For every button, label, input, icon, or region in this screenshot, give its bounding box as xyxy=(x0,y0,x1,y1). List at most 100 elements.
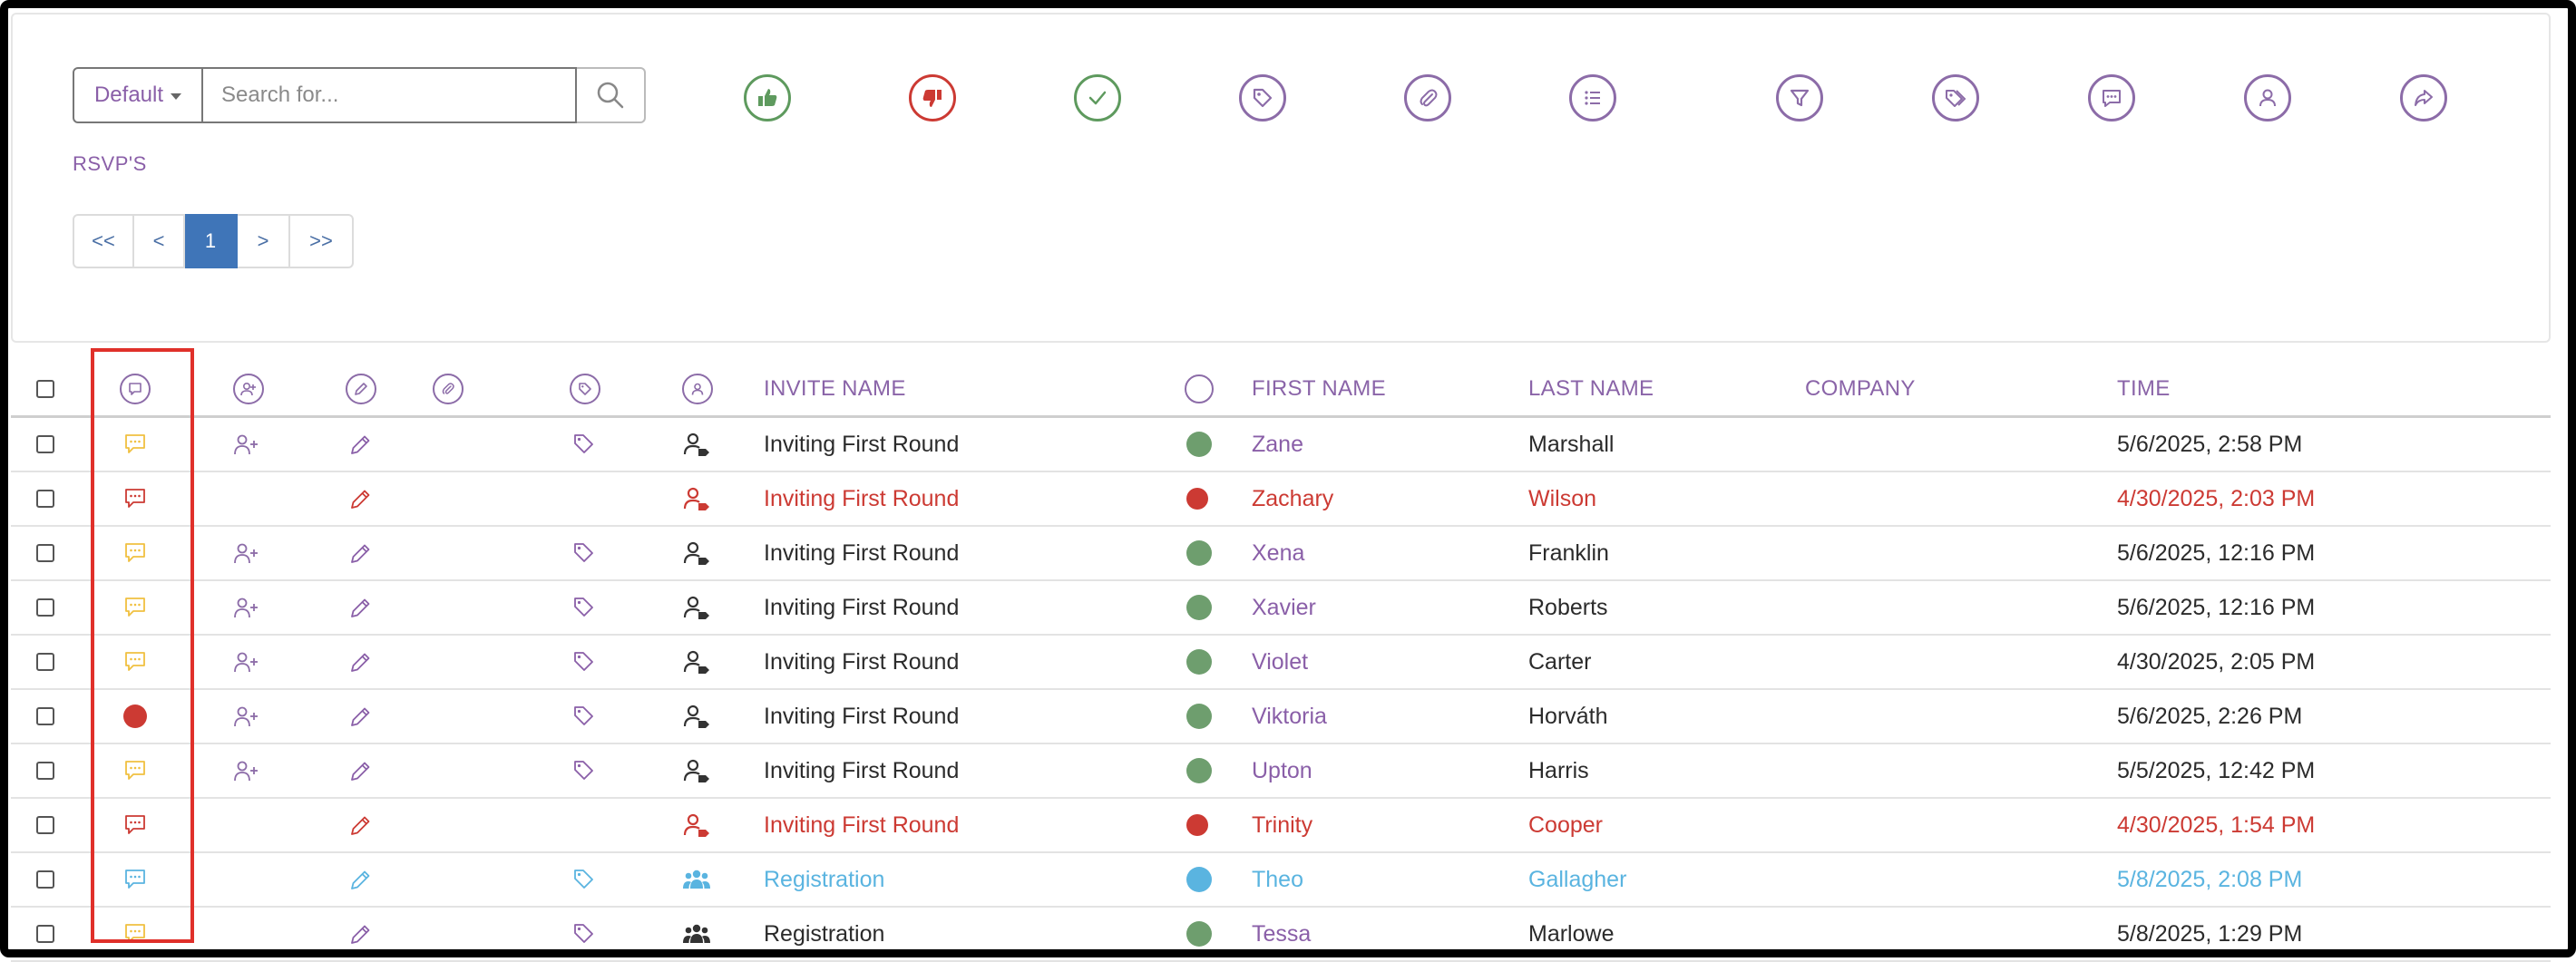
comment-icon[interactable] xyxy=(123,813,147,837)
table-row[interactable]: Inviting First Round Trinity Cooper 4/30/20… xyxy=(11,799,2551,853)
comment-column-icon[interactable] xyxy=(120,374,151,404)
filter-icon[interactable] xyxy=(1776,74,1823,121)
comment-icon[interactable] xyxy=(123,759,147,782)
row-checkbox[interactable] xyxy=(36,435,54,453)
tag-column-icon[interactable] xyxy=(570,374,600,404)
first-name-link[interactable]: Xavier xyxy=(1252,595,1316,621)
status-dot[interactable] xyxy=(1186,867,1212,892)
table-row[interactable]: Registration Theo Gallagher 5/8/2025, 2:08 … xyxy=(11,853,2551,908)
table-row[interactable]: Inviting First Round Upton Harris 5/5/2025,… xyxy=(11,744,2551,799)
page-current-button[interactable]: 1 xyxy=(185,214,238,268)
user-icon[interactable] xyxy=(2244,74,2291,121)
thumbs-down-icon[interactable] xyxy=(909,74,956,121)
thumbs-up-icon[interactable] xyxy=(744,74,791,121)
default-view-dropdown[interactable]: Default xyxy=(73,67,203,123)
edit-pencil-icon[interactable] xyxy=(349,922,373,946)
first-name-link[interactable]: Violet xyxy=(1252,649,1308,675)
edit-pencil-icon[interactable] xyxy=(349,650,373,674)
status-dot[interactable] xyxy=(1186,704,1212,729)
list-icon[interactable] xyxy=(1569,74,1616,121)
edit-pencil-icon[interactable] xyxy=(349,487,373,510)
tag-icon[interactable] xyxy=(572,759,596,782)
comment-icon[interactable] xyxy=(123,650,147,674)
status-dot[interactable] xyxy=(1186,540,1212,566)
user-status-icon[interactable] xyxy=(682,704,711,729)
add-guest-column-icon[interactable] xyxy=(233,374,264,404)
row-checkbox[interactable] xyxy=(36,870,54,889)
comment-icon[interactable] xyxy=(123,922,147,946)
comment-icon[interactable] xyxy=(2088,74,2135,121)
header-invite-name[interactable]: INVITE NAME xyxy=(764,363,906,415)
page-last-button[interactable]: >> xyxy=(290,214,354,268)
first-name-link[interactable]: Theo xyxy=(1252,867,1303,893)
select-all-checkbox[interactable] xyxy=(36,380,54,398)
table-row[interactable]: Inviting First Round Zane Marshall 5/6/2025… xyxy=(11,418,2551,472)
first-name-link[interactable]: Viktoria xyxy=(1252,704,1327,730)
tag-icon[interactable] xyxy=(572,868,596,891)
edit-pencil-icon[interactable] xyxy=(349,432,373,456)
user-column-icon[interactable] xyxy=(682,374,713,404)
status-column-icon[interactable] xyxy=(1185,374,1214,403)
table-row[interactable]: Inviting First Round Zachary Wilson 4/30/20… xyxy=(11,472,2551,527)
tag-icon[interactable] xyxy=(1239,74,1286,121)
tag-icon[interactable] xyxy=(572,704,596,728)
first-name-link[interactable]: Zachary xyxy=(1252,486,1333,512)
tag-icon[interactable] xyxy=(572,596,596,619)
edit-pencil-icon[interactable] xyxy=(349,704,373,728)
add-guest-icon[interactable] xyxy=(232,758,261,783)
check-icon[interactable] xyxy=(1074,74,1121,121)
add-guest-icon[interactable] xyxy=(232,649,261,675)
comment-icon[interactable] xyxy=(123,487,147,510)
group-icon[interactable] xyxy=(682,867,711,892)
header-company[interactable]: COMPANY xyxy=(1805,363,1916,415)
status-dot[interactable] xyxy=(1186,595,1212,620)
status-dot[interactable] xyxy=(1186,814,1208,836)
status-dot[interactable] xyxy=(1186,432,1212,457)
search-input[interactable] xyxy=(203,67,577,123)
user-status-icon[interactable] xyxy=(682,812,711,838)
comment-icon[interactable] xyxy=(123,432,147,456)
first-name-link[interactable]: Zane xyxy=(1252,432,1303,458)
table-row[interactable]: Inviting First Round Violet Carter 4/30/202… xyxy=(11,636,2551,690)
note-status-dot[interactable] xyxy=(123,704,147,728)
row-checkbox[interactable] xyxy=(36,653,54,671)
table-row[interactable]: Inviting First Round Xena Franklin 5/6/2025… xyxy=(11,527,2551,581)
header-first-name[interactable]: FIRST NAME xyxy=(1252,363,1386,415)
header-last-name[interactable]: LAST NAME xyxy=(1528,363,1654,415)
page-prev-button[interactable]: < xyxy=(134,214,185,268)
add-guest-icon[interactable] xyxy=(232,432,261,457)
edit-column-icon[interactable] xyxy=(346,374,376,404)
row-checkbox[interactable] xyxy=(36,707,54,725)
tag-icon[interactable] xyxy=(572,922,596,946)
status-dot[interactable] xyxy=(1186,649,1212,675)
row-checkbox[interactable] xyxy=(36,598,54,617)
attachment-column-icon[interactable] xyxy=(433,374,463,404)
user-status-icon[interactable] xyxy=(682,595,711,620)
status-dot[interactable] xyxy=(1186,488,1208,510)
first-name-link[interactable]: Xena xyxy=(1252,540,1304,567)
row-checkbox[interactable] xyxy=(36,762,54,780)
tag-icon[interactable] xyxy=(572,432,596,456)
user-status-icon[interactable] xyxy=(682,758,711,783)
user-status-icon[interactable] xyxy=(682,432,711,457)
edit-pencil-icon[interactable] xyxy=(349,596,373,619)
add-guest-icon[interactable] xyxy=(232,540,261,566)
row-checkbox[interactable] xyxy=(36,925,54,943)
edit-pencil-icon[interactable] xyxy=(349,541,373,565)
user-status-icon[interactable] xyxy=(682,540,711,566)
page-first-button[interactable]: << xyxy=(73,214,134,268)
page-next-button[interactable]: > xyxy=(238,214,290,268)
share-icon[interactable] xyxy=(2400,74,2447,121)
tag-icon[interactable] xyxy=(572,541,596,565)
add-guest-icon[interactable] xyxy=(232,704,261,729)
status-dot[interactable] xyxy=(1186,758,1212,783)
table-row[interactable]: Inviting First Round Viktoria Horváth 5/6/2… xyxy=(11,690,2551,744)
comment-icon[interactable] xyxy=(123,596,147,619)
status-dot[interactable] xyxy=(1186,921,1212,947)
row-checkbox[interactable] xyxy=(36,816,54,834)
row-checkbox[interactable] xyxy=(36,490,54,508)
search-button[interactable] xyxy=(577,67,646,123)
tag-icon[interactable] xyxy=(572,650,596,674)
user-status-icon[interactable] xyxy=(682,649,711,675)
first-name-link[interactable]: Trinity xyxy=(1252,812,1312,839)
